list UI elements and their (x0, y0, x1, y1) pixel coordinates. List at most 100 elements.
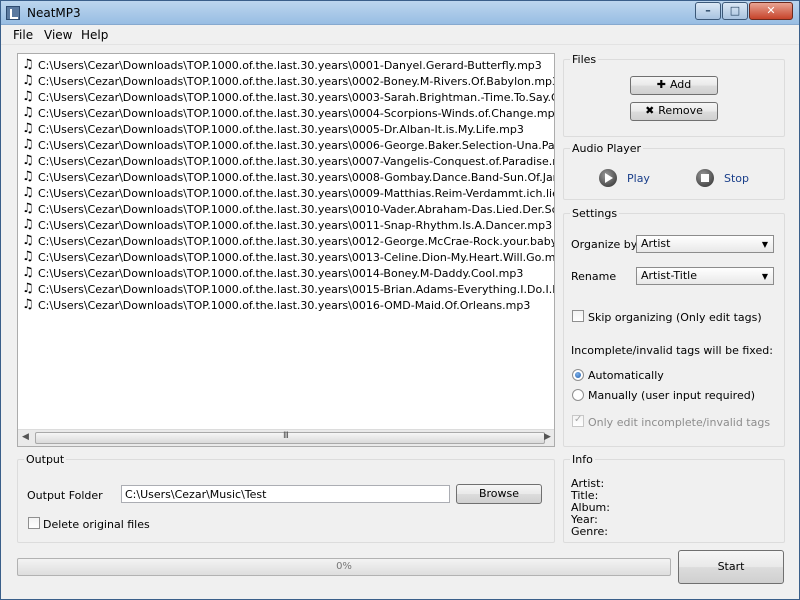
rename-select[interactable]: Artist-Title ▼ (636, 267, 774, 285)
remove-icon: ✖ (645, 104, 655, 117)
info-group: Info Artist: Title: Album: Year: Genre: (563, 453, 785, 543)
music-note-icon: ♫ (22, 153, 34, 168)
music-note-icon: ♫ (22, 249, 34, 264)
file-list-item[interactable]: ♫ C:\Users\Cezar\Downloads\TOP.1000.of.th… (22, 233, 555, 250)
file-list-item[interactable]: ♫ C:\Users\Cezar\Downloads\TOP.1000.of.th… (22, 218, 552, 234)
music-note-icon: ♫ (22, 105, 34, 120)
output-folder-label: Output Folder (27, 489, 103, 502)
add-button-label: Add (669, 78, 692, 91)
scroll-right-icon[interactable]: ▶ (544, 432, 551, 442)
fix-tags-heading: Incomplete/invalid tags will be fixed: (571, 344, 773, 357)
file-path: C:\Users\Cezar\Downloads\TOP.1000.of.the… (38, 155, 555, 168)
file-path: C:\Users\Cezar\Downloads\TOP.1000.of.the… (38, 283, 554, 296)
plus-icon: ✚ (656, 78, 666, 91)
window-title: NeatMP3 (27, 6, 81, 20)
manually-label: Manually (user input required) (588, 389, 755, 402)
delete-original-checkbox[interactable] (28, 517, 40, 529)
info-title: Info (570, 453, 595, 466)
music-note-icon: ♫ (22, 217, 34, 232)
progress-label: 0% (336, 561, 352, 572)
output-folder-input[interactable] (121, 485, 450, 503)
files-group: Files ✚ Add ✖ Remove (563, 53, 785, 137)
file-list[interactable]: ♫ C:\Users\Cezar\Downloads\TOP.1000.of.th… (17, 53, 555, 447)
file-list-item[interactable]: ♫ C:\Users\Cezar\Downloads\TOP.1000.of.th… (22, 105, 555, 122)
chevron-down-icon: ▼ (761, 272, 768, 281)
file-path: C:\Users\Cezar\Downloads\TOP.1000.of.the… (38, 139, 555, 152)
file-list-item[interactable]: ♫ C:\Users\Cezar\Downloads\TOP.1000.of.th… (22, 185, 554, 202)
file-path: C:\Users\Cezar\Downloads\TOP.1000.of.the… (38, 75, 555, 88)
rename-label: Rename (571, 270, 617, 283)
music-note-icon: ♫ (22, 233, 34, 248)
minimize-icon: – (705, 4, 711, 17)
scroll-grip: III (283, 431, 289, 441)
organize-by-label: Organize by (571, 238, 638, 251)
menu-file[interactable]: File (13, 28, 33, 42)
output-group: Output Output Folder Browse Delete origi… (17, 453, 555, 543)
start-button[interactable]: Start (678, 550, 784, 584)
music-note-icon: ♫ (22, 201, 34, 216)
remove-button-label: Remove (658, 104, 703, 117)
music-note-icon: ♫ (22, 73, 34, 88)
horizontal-scrollbar[interactable]: ◀ III ▶ (18, 429, 554, 446)
manually-radio[interactable] (572, 389, 584, 401)
stop-icon[interactable] (696, 169, 714, 187)
window-controls: – □ ✕ (694, 2, 793, 20)
menu-view[interactable]: View (44, 28, 72, 42)
title-bar[interactable]: NeatMP3 – □ ✕ (1, 1, 799, 25)
file-list-item[interactable]: ♫ C:\Users\Cezar\Downloads\TOP.1000.of.th… (22, 90, 554, 106)
file-path: C:\Users\Cezar\Downloads\TOP.1000.of.the… (38, 219, 553, 232)
file-list-item[interactable]: ♫ C:\Users\Cezar\Downloads\TOP.1000.of.th… (22, 122, 524, 138)
output-title: Output (24, 453, 67, 466)
play-button[interactable]: Play (627, 172, 650, 185)
file-list-item[interactable]: ♫ C:\Users\Cezar\Downloads\TOP.1000.of.th… (22, 281, 554, 298)
file-list-item[interactable]: ♫ C:\Users\Cezar\Downloads\TOP.1000.of.th… (22, 266, 523, 282)
file-path: C:\Users\Cezar\Downloads\TOP.1000.of.the… (38, 235, 555, 248)
stop-button[interactable]: Stop (724, 172, 749, 185)
menu-bar: File View Help (1, 25, 799, 45)
scrollbar-thumb[interactable]: III (35, 431, 545, 444)
file-list-item[interactable]: ♫ C:\Users\Cezar\Downloads\TOP.1000.of.th… (22, 137, 555, 154)
music-note-icon: ♫ (22, 185, 34, 200)
settings-title: Settings (570, 207, 620, 220)
only-edit-label: Only edit incomplete/invalid tags (588, 416, 771, 429)
play-icon[interactable] (599, 169, 617, 187)
music-note-icon: ♫ (22, 137, 34, 152)
file-path: C:\Users\Cezar\Downloads\TOP.1000.of.the… (38, 123, 524, 136)
browse-button[interactable]: Browse (456, 484, 542, 504)
maximize-icon: □ (729, 4, 741, 17)
add-button[interactable]: ✚ Add (630, 76, 718, 95)
organize-by-select[interactable]: Artist ▼ (636, 235, 774, 253)
file-list-item[interactable]: ♫ C:\Users\Cezar\Downloads\TOP.1000.of.th… (22, 298, 530, 314)
file-list-item[interactable]: ♫ C:\Users\Cezar\Downloads\TOP.1000.of.th… (22, 153, 555, 170)
menu-help[interactable]: Help (81, 28, 108, 42)
file-list-item[interactable]: ♫ C:\Users\Cezar\Downloads\TOP.1000.of.th… (22, 201, 554, 218)
skip-organizing-checkbox[interactable] (572, 310, 584, 322)
delete-original-label: Delete original files (43, 518, 150, 531)
music-note-icon: ♫ (22, 297, 34, 312)
minimize-button[interactable]: – (695, 2, 721, 20)
file-path: C:\Users\Cezar\Downloads\TOP.1000.of.the… (38, 267, 524, 280)
music-note-icon: ♫ (22, 121, 34, 136)
file-path: C:\Users\Cezar\Downloads\TOP.1000.of.the… (38, 187, 554, 200)
music-note-icon: ♫ (22, 281, 34, 296)
file-path: C:\Users\Cezar\Downloads\TOP.1000.of.the… (38, 91, 554, 104)
music-note-icon: ♫ (22, 169, 34, 184)
close-button[interactable]: ✕ (749, 2, 793, 20)
file-list-item[interactable]: ♫ C:\Users\Cezar\Downloads\TOP.1000.of.th… (22, 73, 555, 90)
file-list-item[interactable]: ♫ C:\Users\Cezar\Downloads\TOP.1000.of.th… (22, 58, 542, 74)
info-genre-label: Genre: (571, 525, 609, 538)
files-group-title: Files (570, 53, 599, 66)
scroll-left-icon[interactable]: ◀ (22, 432, 29, 442)
file-path: C:\Users\Cezar\Downloads\TOP.1000.of.the… (38, 59, 542, 72)
file-list-item[interactable]: ♫ C:\Users\Cezar\Downloads\TOP.1000.of.th… (22, 169, 554, 186)
file-path: C:\Users\Cezar\Downloads\TOP.1000.of.the… (38, 107, 555, 120)
only-edit-checkbox[interactable] (572, 414, 584, 427)
music-note-icon: ♫ (22, 265, 34, 280)
progress-bar: 0% (17, 558, 671, 576)
remove-button[interactable]: ✖ Remove (630, 102, 718, 121)
music-note-icon: ♫ (22, 57, 34, 72)
automatically-radio[interactable] (572, 369, 584, 381)
file-list-item[interactable]: ♫ C:\Users\Cezar\Downloads\TOP.1000.of.th… (22, 249, 554, 266)
maximize-button[interactable]: □ (722, 2, 748, 20)
skip-organizing-label: Skip organizing (Only edit tags) (588, 311, 762, 324)
